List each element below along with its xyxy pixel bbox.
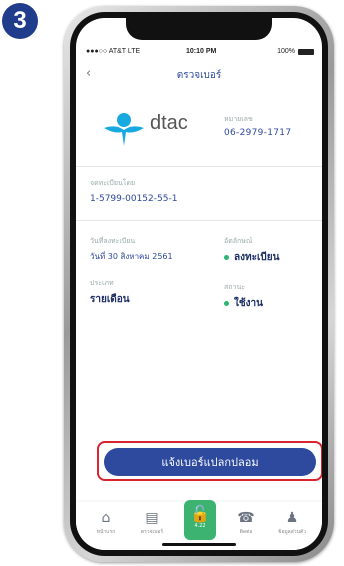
phone-number: 06-2979-1717 <box>224 128 292 138</box>
battery-percent: 100% <box>277 48 295 55</box>
tab-profile-label: ข้อมูลส่วนตัว <box>277 529 307 535</box>
user-icon: ♟ <box>285 510 299 526</box>
phone-frame: ●●●○○ AT&T LTE 10:10 PM 100% ‹ ตรวจเบอร์… <box>64 6 334 562</box>
divider <box>76 220 322 221</box>
battery-icon <box>298 48 314 55</box>
identity-label: อัตลักษณ์ <box>224 237 253 245</box>
home-icon: ⌂ <box>101 510 111 526</box>
registered-by-value: 1-5799-00152-55-1 <box>90 194 178 204</box>
status-dot <box>224 300 229 306</box>
registered-by-label: จดทะเบียนโดย <box>90 179 136 187</box>
tab-check-number-label: ตรวจเบอร์ <box>140 529 164 535</box>
tab-home[interactable]: ⌂ หน้าแรก <box>86 510 126 536</box>
status-bar: ●●●○○ AT&T LTE 10:10 PM 100% <box>84 48 314 58</box>
tab-profile[interactable]: ♟ ข้อมูลส่วนตัว <box>272 510 312 536</box>
status-label: สถานะ <box>224 283 245 291</box>
operator-info: dtac หมายเลข 06-2979-1717 <box>76 100 322 160</box>
tab-contact[interactable]: ☎ ติดต่อ <box>226 510 266 536</box>
divider <box>76 166 322 167</box>
lock-icon: 🔓 <box>190 504 210 523</box>
page-title: ตรวจเบอร์ <box>176 70 222 81</box>
phone-chat-icon: ☎ <box>237 510 255 526</box>
report-suspicious-number-button[interactable]: แจ้งเบอร์แปลกปลอม <box>104 448 316 476</box>
tab-home-label: หน้าแรก <box>96 529 116 535</box>
status-time: 10:10 PM <box>186 48 217 55</box>
dtac-logo-icon <box>104 113 144 146</box>
carrier-label: ●●●○○ AT&T LTE <box>86 48 141 55</box>
bottom-tab-bar: ⌂ หน้าแรก ▤ ตรวจเบอร์ 🔓 4.22 ☎ ติดต่อ ♟ … <box>76 500 322 550</box>
lock-label: 4.22 <box>194 523 206 529</box>
nav-bar: ‹ ตรวจเบอร์ <box>76 64 322 84</box>
number-label: หมายเลข <box>224 115 253 123</box>
status-dot <box>224 254 229 260</box>
battery-indicator: 100% <box>277 48 314 55</box>
tab-check-number[interactable]: ▤ ตรวจเบอร์ <box>132 510 172 536</box>
identity-value: ลงทะเบียน <box>224 250 279 265</box>
type-value: รายเดือน <box>90 294 130 305</box>
status-value: ใช้งาน <box>224 296 263 311</box>
step-number-badge: 3 <box>2 3 38 39</box>
home-indicator <box>162 543 236 546</box>
phone-screen: ●●●○○ AT&T LTE 10:10 PM 100% ‹ ตรวจเบอร์… <box>76 18 322 550</box>
id-card-icon: ▤ <box>145 510 159 526</box>
type-label: ประเภท <box>90 279 114 287</box>
reg-date-label: วันที่ลงทะเบียน <box>90 237 136 245</box>
reg-date-value: วันที่ 30 สิงหาคม 2561 <box>90 252 173 261</box>
lock-center-button[interactable]: 🔓 4.22 <box>184 500 216 540</box>
phone-notch <box>126 18 272 40</box>
tab-contact-label: ติดต่อ <box>239 529 253 535</box>
dtac-logo-text: dtac <box>150 112 188 134</box>
